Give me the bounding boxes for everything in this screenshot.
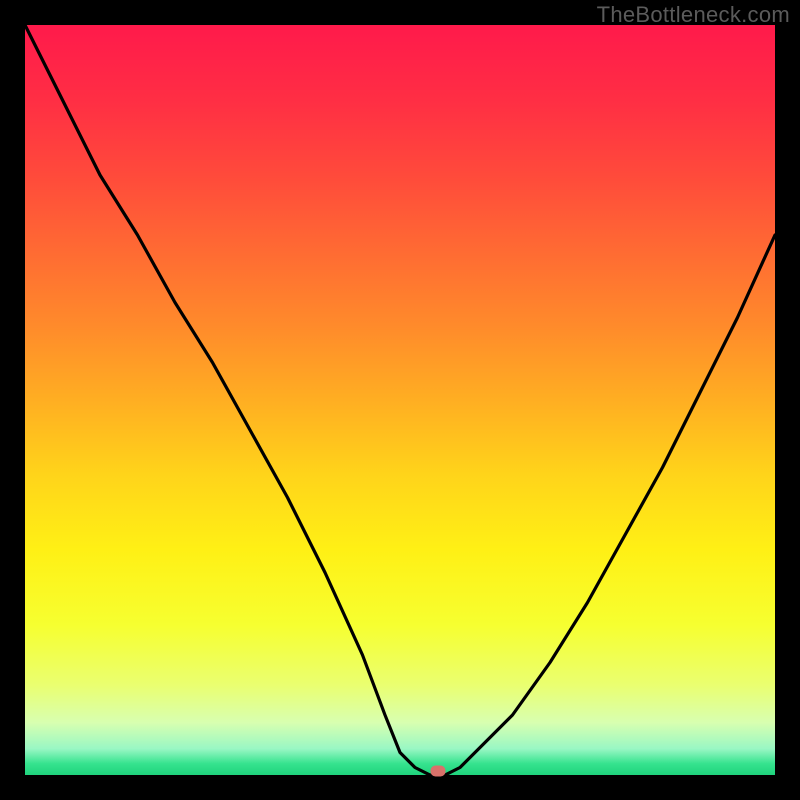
- chart-frame: TheBottleneck.com: [0, 0, 800, 800]
- gradient-background: [25, 25, 775, 775]
- optimal-point-marker: [430, 766, 445, 777]
- watermark-text: TheBottleneck.com: [597, 2, 790, 28]
- bottleneck-chart: [25, 25, 775, 775]
- plot-area: [25, 25, 775, 775]
